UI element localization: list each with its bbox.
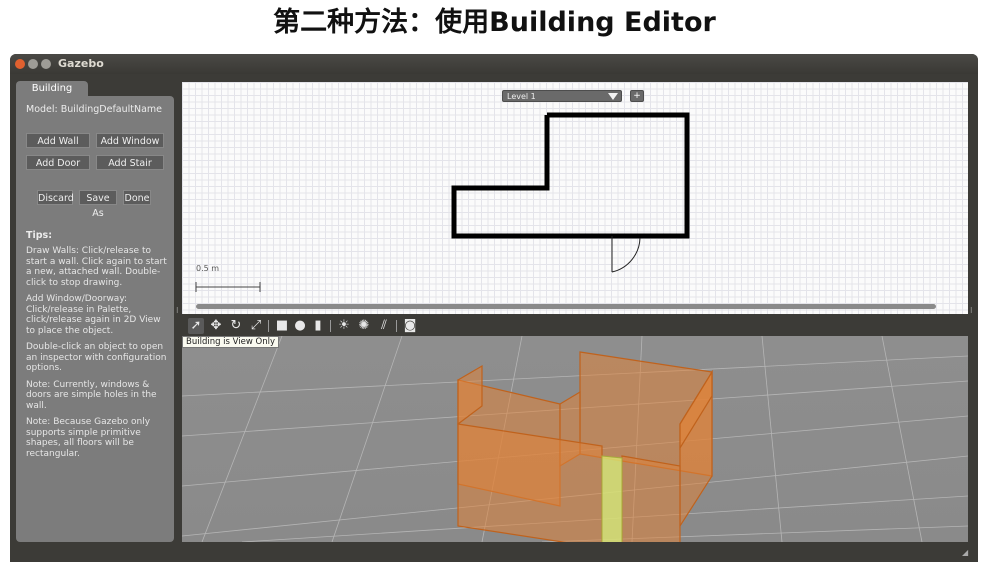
gazebo-window: Gazebo Building Editor Model: BuildingDe… <box>10 54 978 562</box>
wall-outline <box>451 112 690 239</box>
tip-text: Double-click an object to open an inspec… <box>26 342 167 373</box>
toolbar-separator <box>396 320 397 332</box>
tip-text: Draw Walls: Click/release to start a wal… <box>26 246 167 288</box>
cylinder-icon[interactable]: ▮ <box>310 318 326 334</box>
horizontal-scrollbar[interactable] <box>196 304 936 309</box>
tip-text: Note: Because Gazebo only supports simpl… <box>26 417 151 459</box>
resize-grip-icon[interactable]: ◢ <box>962 548 970 557</box>
tab-building-editor[interactable]: Building Editor <box>16 81 88 110</box>
tip-text: Note: Currently, windows & doors are sim… <box>26 379 157 411</box>
add-wall-button[interactable]: Add Wall <box>26 133 90 148</box>
minimize-window-icon[interactable] <box>28 59 38 69</box>
slide-title: 第二种方法：使用Building Editor <box>273 7 716 38</box>
maximize-window-icon[interactable] <box>41 59 51 69</box>
sphere-icon[interactable]: ● <box>292 318 308 334</box>
add-stair-button[interactable]: Add Stair <box>96 155 164 170</box>
building-editor-panel: Model: BuildingDefaultName Add Wall Add … <box>16 96 174 542</box>
door-3d <box>601 455 623 542</box>
rotate-icon[interactable]: ↻ <box>228 318 244 334</box>
floorplan-svg <box>195 112 690 292</box>
close-window-icon[interactable] <box>15 59 25 69</box>
tips-heading: Tips: <box>26 230 52 241</box>
view-only-label: Building is View Only <box>182 336 280 348</box>
splitter-handle-icon[interactable]: ⁝ <box>970 306 973 315</box>
window-titlebar: Gazebo <box>10 54 978 74</box>
tips-list: Draw Walls: Click/release to start a wal… <box>26 246 168 465</box>
door-swing-arc <box>611 237 641 273</box>
scale-label: 0.5 m <box>196 264 220 273</box>
add-window-button[interactable]: Add Window <box>96 133 164 148</box>
discard-button[interactable]: Discard <box>37 190 74 205</box>
window-title: Gazebo <box>58 57 104 70</box>
splitter-handle-icon[interactable]: ⁝ <box>176 306 179 315</box>
view-3d[interactable]: Building is View Only <box>182 336 968 542</box>
toolbar-separator <box>330 320 331 332</box>
screenshot-icon[interactable]: ◙ <box>402 318 418 334</box>
building-walls-3d <box>457 351 713 542</box>
translate-icon[interactable]: ✥ <box>208 318 224 334</box>
box-icon[interactable]: ■ <box>274 318 290 334</box>
model-name-label: Model: BuildingDefaultName <box>26 104 163 115</box>
save-as-button[interactable]: Save As <box>79 190 117 219</box>
toolbar-separator <box>268 320 269 332</box>
point-light-icon[interactable]: ☀ <box>336 318 352 334</box>
done-button[interactable]: Done <box>123 190 151 205</box>
wall-3d <box>621 455 681 542</box>
scale-icon[interactable]: ⤢ <box>248 318 264 334</box>
add-door-button[interactable]: Add Door <box>26 155 90 170</box>
select-arrow-icon[interactable]: ➚ <box>188 318 204 334</box>
editor-2d-canvas[interactable]: Level 1 + 0.5 m <box>182 82 968 314</box>
tip-text: Add Window/Doorway: Click/release in Pal… <box>26 294 161 336</box>
scene-3d-svg <box>182 336 968 542</box>
directional-light-icon[interactable]: ⫽ <box>376 318 392 334</box>
view3d-toolbar: ➚ ✥ ↻ ⤢ ■ ● ▮ ☀ ✺ ⫽ ◙ <box>182 316 968 336</box>
spot-light-icon[interactable]: ✺ <box>356 318 372 334</box>
